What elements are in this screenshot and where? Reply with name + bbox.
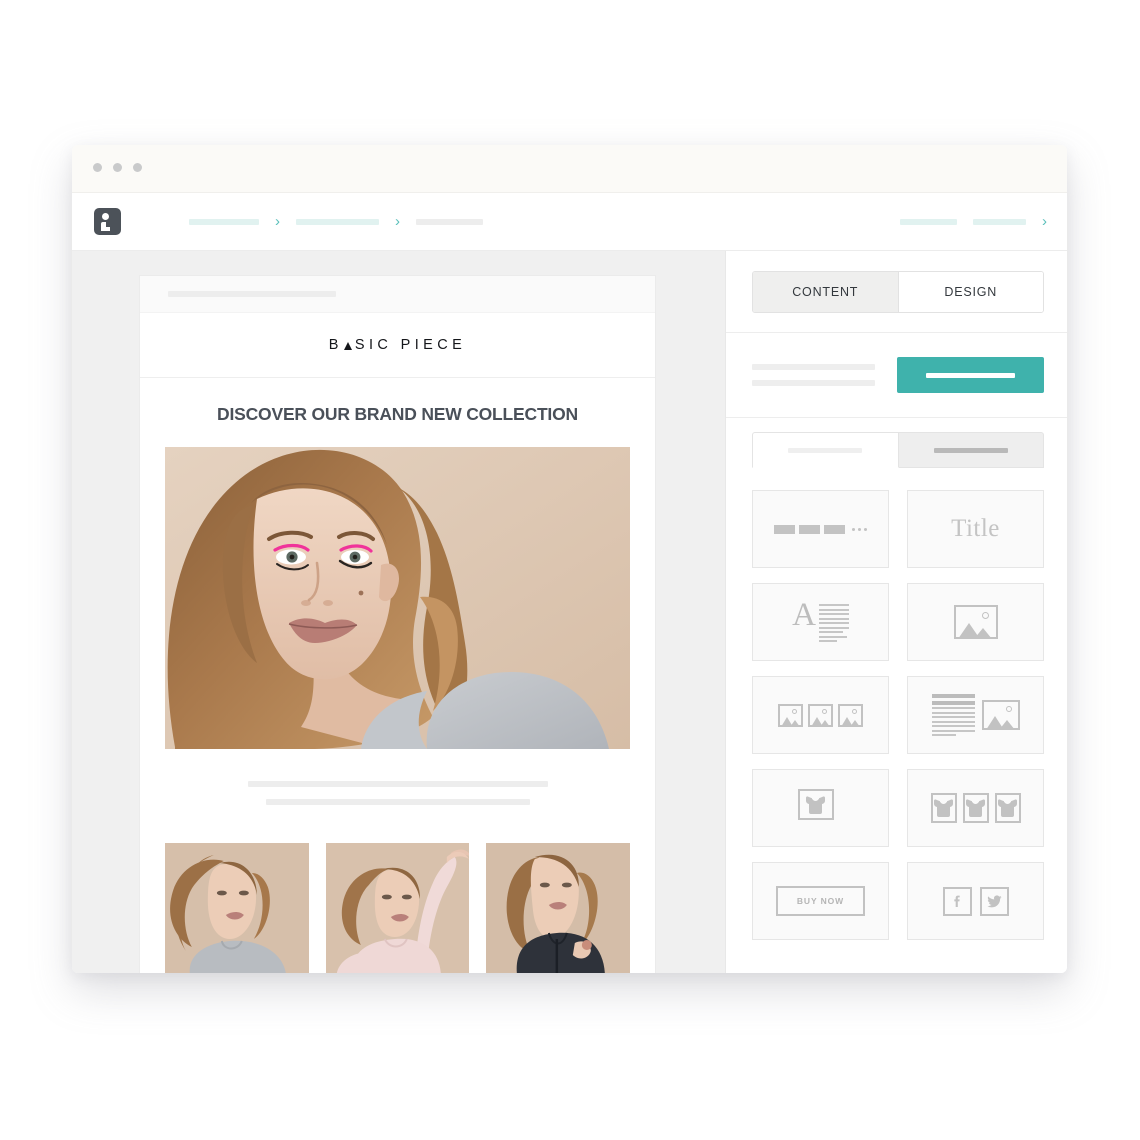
block-product-grid[interactable] <box>907 769 1044 847</box>
minimize-dot[interactable] <box>113 163 122 172</box>
app-navigation-bar: › › › <box>72 193 1067 251</box>
tshirt-icon <box>806 795 825 814</box>
logo-head-shape <box>102 213 109 220</box>
block-image-group[interactable] <box>752 676 889 754</box>
featured-frame <box>797 789 834 820</box>
subtab-structures-label-placeholder <box>933 447 1008 453</box>
breadcrumb: › › <box>189 214 483 229</box>
text-lines <box>818 602 849 642</box>
email-body-placeholder[interactable] <box>140 749 655 843</box>
tab-design[interactable]: DESIGN <box>898 272 1043 312</box>
breadcrumb-item-2[interactable] <box>296 218 379 225</box>
tab-design-label: DESIGN <box>944 285 998 299</box>
email-headline[interactable]: DISCOVER OUR BRAND NEW COLLECTION <box>140 378 655 447</box>
email-preheader[interactable] <box>140 276 655 313</box>
block-palette: Title A BUY NOW <box>726 468 1067 960</box>
text-and-image-icon <box>931 694 1020 736</box>
menu-bars-icon <box>774 524 867 534</box>
browser-window: › › › B SIC PIECE DISCOVER OUR BRAND NEW… <box>72 145 1067 973</box>
product-thumb-grey-sweater[interactable] <box>165 843 309 973</box>
panel-subtabs-container <box>726 418 1067 468</box>
image-icon <box>953 605 998 639</box>
nav-right-actions: › <box>900 214 1047 229</box>
close-dot[interactable] <box>93 163 102 172</box>
copy-line-2 <box>265 799 530 805</box>
button-icon: BUY NOW <box>775 886 866 916</box>
email-canvas-area: B SIC PIECE DISCOVER OUR BRAND NEW COLLE… <box>72 251 725 973</box>
title-icon: Title <box>951 515 1000 542</box>
text-letter-a: A <box>792 597 816 633</box>
block-menu[interactable] <box>752 490 889 568</box>
brand-text-after: SIC PIECE <box>354 337 467 353</box>
subtab-structures[interactable] <box>898 432 1044 468</box>
brand-text-before: B <box>328 337 343 353</box>
product-thumbnail-row <box>140 843 655 973</box>
thumb-illustration-3 <box>486 843 631 973</box>
block-featured-product[interactable] <box>752 769 889 847</box>
breadcrumb-item-current <box>416 218 483 225</box>
brand-logo-icon[interactable] <box>94 208 121 235</box>
browser-titlebar <box>72 145 1067 193</box>
primary-button-label-placeholder <box>926 372 1015 378</box>
email-document[interactable]: B SIC PIECE DISCOVER OUR BRAND NEW COLLE… <box>140 276 655 973</box>
tab-content[interactable]: CONTENT <box>753 272 899 312</box>
breadcrumb-item-1[interactable] <box>189 218 259 225</box>
text-paragraph-icon: A <box>792 597 849 642</box>
tab-content-label: CONTENT <box>792 285 859 299</box>
subtab-blocks[interactable] <box>752 432 899 468</box>
chevron-right-icon-3[interactable]: › <box>1042 214 1047 229</box>
copy-line-1 <box>247 781 548 787</box>
editor-side-panel: CONTENT DESIGN Title A BUY NOW <box>725 251 1067 973</box>
email-brand-row[interactable]: B SIC PIECE <box>140 313 655 378</box>
hero-illustration <box>165 447 630 749</box>
preheader-placeholder <box>168 291 336 297</box>
product-thumb-blush-top[interactable] <box>325 843 470 973</box>
mode-tabs: CONTENT DESIGN <box>752 271 1044 313</box>
panel-action-row <box>726 333 1067 418</box>
window-controls <box>93 163 142 172</box>
image-side-icon <box>981 700 1020 730</box>
block-image[interactable] <box>907 583 1044 661</box>
action-label-line-1 <box>752 364 875 370</box>
block-title[interactable]: Title <box>907 490 1044 568</box>
mode-tabs-container: CONTENT DESIGN <box>726 251 1067 333</box>
nav-action-2[interactable] <box>973 218 1026 225</box>
nav-action-1[interactable] <box>900 218 957 225</box>
action-label-line-2 <box>752 380 875 386</box>
featured-product-icon <box>797 789 844 827</box>
logo-foot-shape <box>101 227 110 231</box>
hero-fashion-portrait[interactable] <box>165 447 630 749</box>
block-text[interactable]: A <box>752 583 889 661</box>
maximize-dot[interactable] <box>133 163 142 172</box>
facebook-icon <box>942 886 972 916</box>
thumb-illustration-2 <box>325 843 470 973</box>
primary-action-button[interactable] <box>897 357 1044 393</box>
block-social[interactable] <box>907 862 1044 940</box>
triangle-glyph <box>343 342 352 350</box>
chevron-right-icon-1: › <box>275 213 280 230</box>
email-brand-name: B SIC PIECE <box>329 337 466 353</box>
three-images-icon <box>778 703 863 727</box>
block-text-image[interactable] <box>907 676 1044 754</box>
text-side-lines <box>931 694 975 736</box>
twitter-icon <box>979 886 1009 916</box>
thumb-illustration-1 <box>165 843 309 973</box>
block-button[interactable]: BUY NOW <box>752 862 889 940</box>
subtab-blocks-label-placeholder <box>788 447 863 453</box>
social-icons <box>942 886 1009 916</box>
chevron-right-icon-2: › <box>395 213 400 230</box>
panel-action-labels <box>752 364 879 386</box>
product-grid-icon <box>930 793 1021 823</box>
product-thumb-dark-shirt[interactable] <box>486 843 631 973</box>
panel-subtabs <box>752 432 1044 468</box>
workspace: B SIC PIECE DISCOVER OUR BRAND NEW COLLE… <box>72 251 1067 973</box>
